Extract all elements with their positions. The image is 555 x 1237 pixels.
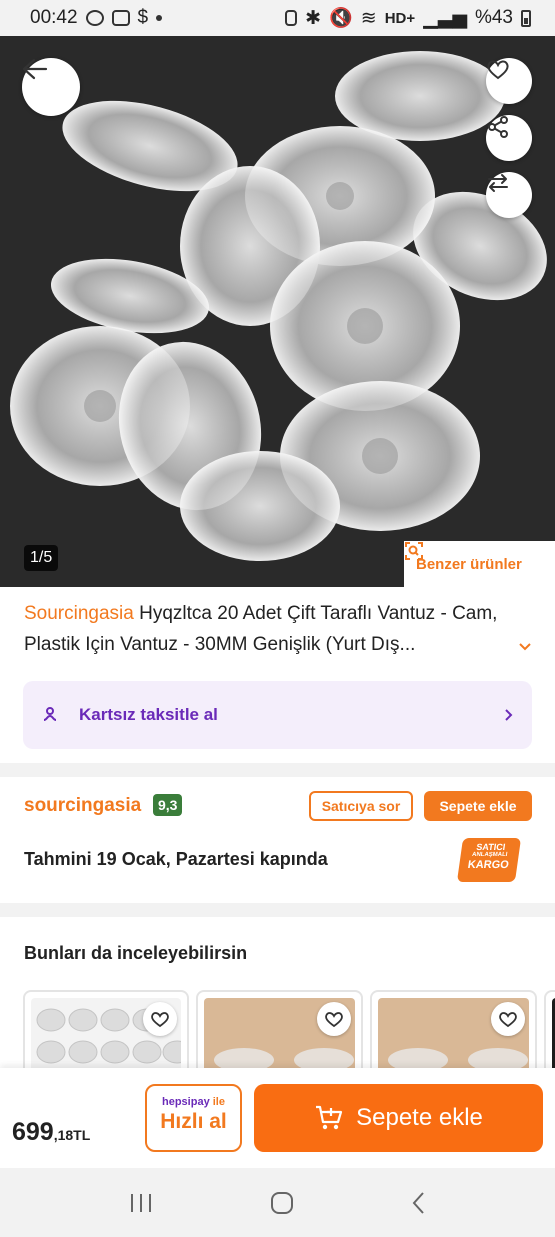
favorite-button[interactable] (486, 58, 532, 104)
heart-plus-icon (487, 60, 509, 80)
price-main: 699 (12, 1118, 54, 1146)
quick-buy-button[interactable]: hepsipay ile Hızlı al (145, 1084, 242, 1152)
compare-button[interactable] (486, 172, 532, 218)
recommendation-card[interactable] (196, 990, 363, 1080)
kargo-badge: SATICI ANLAŞMALI KARGO (456, 838, 522, 882)
network-type: HD+ (384, 9, 416, 27)
similar-products-button[interactable]: Benzer ürünler (404, 541, 555, 587)
add-to-cart-label: Sepete ekle (356, 1104, 483, 1131)
heart-icon (499, 1012, 517, 1028)
similar-products-label: Benzer ürünler (416, 555, 522, 573)
installment-label: Kartsız taksitle al (79, 705, 218, 724)
seller-rating-badge: 9,3 (153, 794, 183, 816)
hepsipay-suffix: ile (209, 1096, 225, 1108)
swap-arrows-icon (488, 174, 508, 192)
installment-banner[interactable]: Kartsız taksitle al (23, 681, 532, 749)
whatsapp-icon (85, 10, 104, 26)
dollar-icon: $ (137, 7, 149, 28)
battery-percent: %43 (474, 7, 513, 28)
ask-seller-button[interactable]: Satıcıya sor (309, 791, 413, 821)
status-bar: 00:42 $ ✱ 🔇 ≋ HD+ ▁▃▅ %43 (0, 0, 555, 36)
system-nav-bar (0, 1168, 555, 1237)
product-brand-link[interactable]: Sourcingasia (24, 603, 134, 624)
price: 699,18TL (12, 1118, 90, 1147)
lock-icon (285, 10, 298, 26)
arrow-left-icon (22, 58, 48, 80)
price-sub: ,18TL (53, 1127, 91, 1143)
add-to-cart-button[interactable]: Sepete ekle (254, 1084, 543, 1152)
product-image-gallery[interactable]: 1/5 Benzer ürünler (0, 36, 555, 587)
bluetooth-icon: ✱ (305, 7, 322, 29)
recommendations-title: Bunları da inceleyebilirsin (24, 943, 248, 963)
gallery-icon (111, 10, 130, 26)
back-nav-icon[interactable] (411, 1191, 427, 1215)
kargo-badge-line2: ANLAŞMALI (471, 852, 508, 858)
installment-icon (43, 707, 57, 721)
notification-dot-icon (156, 15, 163, 21)
bottom-purchase-bar: 699,18TL hepsipay ile Hızlı al Sepete ek… (0, 1068, 555, 1168)
kargo-badge-line1: SATICI (475, 842, 506, 852)
recommendation-card[interactable] (544, 990, 555, 1080)
recommendation-card[interactable] (23, 990, 189, 1080)
kargo-badge-line3: KARGO (466, 859, 510, 871)
signal-icon: ▁▃▅ (423, 7, 467, 29)
seller-name-link[interactable]: sourcingasia (24, 795, 141, 817)
product-photo (0, 36, 555, 587)
chevron-down-icon[interactable] (518, 642, 532, 652)
back-button[interactable] (22, 58, 80, 116)
delivery-estimate: Tahmini 19 Ocak, Pazartesi kapında (24, 849, 328, 869)
home-icon[interactable] (270, 1191, 294, 1215)
share-button[interactable] (486, 115, 532, 161)
recent-apps-icon[interactable] (129, 1192, 153, 1214)
section-divider (0, 903, 555, 917)
heart-icon (325, 1012, 343, 1028)
section-divider (0, 763, 555, 777)
favorite-toggle[interactable] (143, 1002, 177, 1036)
product-title[interactable]: Sourcingasia Hyqzltca 20 Adet Çift Taraf… (24, 598, 534, 660)
wifi-icon: ≋ (360, 7, 377, 29)
chevron-right-icon (505, 709, 513, 721)
visual-search-icon (405, 542, 423, 560)
image-counter: 1/5 (24, 545, 59, 571)
heart-icon (151, 1012, 169, 1028)
hepsipay-label: hepsipay ile (147, 1096, 240, 1108)
mute-icon: 🔇 (329, 8, 353, 29)
favorite-toggle[interactable] (491, 1002, 525, 1036)
quick-buy-label: Hızlı al (160, 1110, 227, 1133)
hepsipay-brand: hepsipay (162, 1096, 210, 1108)
favorite-toggle[interactable] (317, 1002, 351, 1036)
cart-plus-icon (316, 1105, 343, 1130)
battery-icon (521, 9, 531, 27)
recommendation-card[interactable] (370, 990, 537, 1080)
status-time: 00:42 (30, 7, 78, 28)
add-to-cart-small-button[interactable]: Sepete ekle (424, 791, 532, 821)
share-icon (488, 116, 508, 138)
